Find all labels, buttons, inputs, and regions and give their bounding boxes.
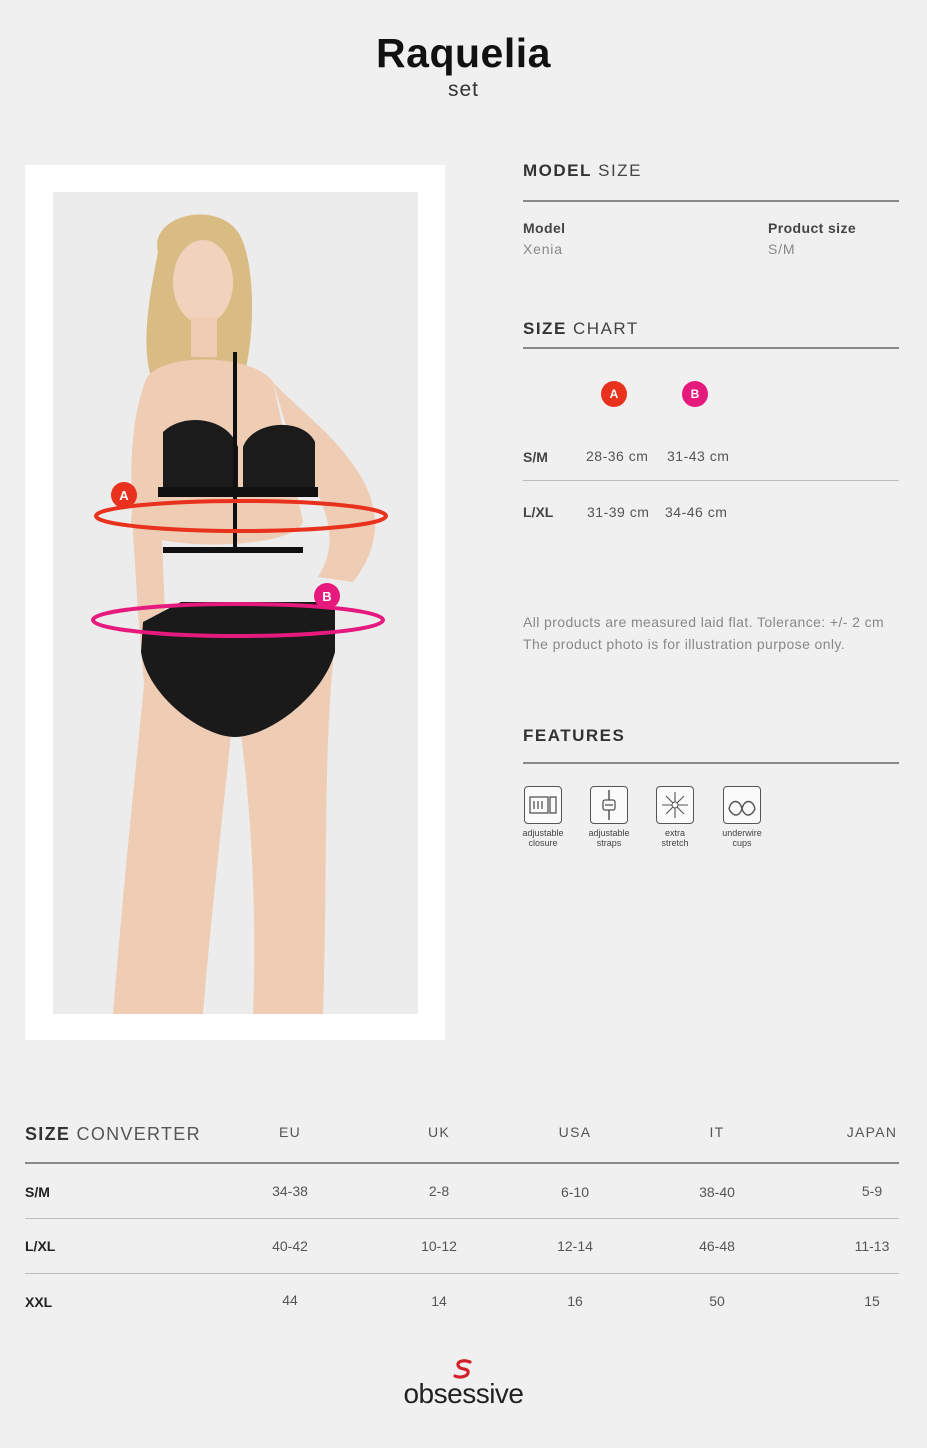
model-size-heading: MODEL SIZE: [523, 161, 642, 181]
badge-a: A: [601, 381, 627, 407]
model-size-heading-bold: MODEL: [523, 161, 592, 180]
converter-row-label: L/XL: [25, 1238, 56, 1254]
badge-b: B: [682, 381, 708, 407]
size-converter-heading: SIZE CONVERTER: [25, 1124, 201, 1145]
feature-caption: straps: [596, 838, 622, 848]
converter-row-label: S/M: [25, 1184, 50, 1200]
converter-cell: 38-40: [699, 1184, 735, 1200]
feature-caption: underwire: [722, 828, 762, 838]
features-heading-text: FEATURES: [523, 726, 626, 745]
model-photo: A B: [53, 192, 418, 1014]
converter-cell: 12-14: [557, 1238, 593, 1254]
converter-cell: 2-8: [428, 1183, 450, 1199]
size-chart-value-a: 28-36 cm: [586, 448, 649, 464]
feature-caption: cups: [732, 838, 752, 848]
converter-cell: 11-13: [854, 1238, 890, 1254]
product-title: Raquelia: [376, 30, 551, 76]
feature-caption: adjustable: [588, 828, 630, 838]
converter-col-it: IT: [709, 1124, 725, 1140]
size-chart-heading-light: CHART: [573, 319, 639, 338]
underwire-cups-icon: [723, 786, 761, 824]
converter-row-divider: [25, 1273, 899, 1274]
size-chart-row-label: S/M: [523, 449, 548, 465]
feature-caption: stretch: [661, 838, 689, 848]
converter-cell: 6-10: [560, 1184, 590, 1200]
brand-logo-text: obsessive: [403, 1378, 524, 1409]
converter-cell: 16: [567, 1293, 583, 1309]
model-size-heading-light: SIZE: [598, 161, 642, 180]
measurement-note: All products are measured laid flat. Tol…: [523, 614, 885, 630]
converter-row-divider: [25, 1218, 899, 1219]
size-chart-value-b: 31-43 cm: [667, 448, 730, 464]
converter-col-eu: EU: [278, 1124, 302, 1140]
illustration-note: The product photo is for illustration pu…: [523, 636, 846, 652]
size-chart-row-divider: [523, 480, 899, 481]
feature-underwire-cups: underwire cups: [712, 786, 772, 848]
converter-row-label: XXL: [25, 1294, 53, 1310]
feature-caption: extra: [664, 828, 685, 838]
converter-heading-bold: SIZE: [25, 1124, 71, 1144]
model-value: Xenia: [523, 241, 563, 257]
adjustable-straps-icon: [590, 786, 628, 824]
product-size-label: Product size: [768, 220, 857, 236]
converter-cell: 10-12: [421, 1238, 457, 1254]
converter-col-uk: UK: [427, 1124, 451, 1140]
model-illustration: A B: [91, 214, 388, 1014]
model-label: Model: [523, 220, 566, 236]
converter-cell: 34-38: [272, 1183, 308, 1199]
size-chart-row-label: L/XL: [523, 504, 554, 520]
features-heading: FEATURES: [523, 726, 625, 746]
converter-cell: 14: [431, 1293, 447, 1309]
converter-cell: 50: [709, 1293, 725, 1309]
marker-b-label: B: [322, 589, 331, 604]
feature-extra-stretch: extra stretch: [645, 786, 705, 848]
extra-stretch-icon: [656, 786, 694, 824]
marker-a-label: A: [119, 488, 129, 503]
converter-col-japan: JAPAN: [846, 1124, 898, 1140]
converter-header-divider: [25, 1162, 899, 1164]
size-chart-heading: SIZE CHART: [523, 319, 639, 339]
features-divider: [523, 762, 899, 764]
converter-cell: 40-42: [272, 1238, 308, 1254]
model-size-divider: [523, 200, 899, 202]
adjustable-closure-icon: [524, 786, 562, 824]
size-chart-heading-bold: SIZE: [523, 319, 567, 338]
converter-cell: 15: [864, 1293, 880, 1309]
size-chart-value-a: 31-39 cm: [587, 504, 650, 520]
feature-adjustable-straps: adjustable straps: [579, 786, 639, 848]
feature-caption: closure: [528, 838, 558, 848]
size-chart-value-b: 34-46 cm: [665, 504, 728, 520]
feature-adjustable-closure: adjustable closure: [513, 786, 573, 848]
converter-col-usa: USA: [558, 1124, 592, 1140]
converter-cell: 44: [282, 1292, 298, 1308]
size-chart-divider: [523, 347, 899, 349]
converter-heading-light: CONVERTER: [76, 1124, 201, 1144]
converter-cell: 46-48: [699, 1238, 735, 1254]
converter-cell: 5-9: [861, 1183, 883, 1199]
product-size-value: S/M: [768, 241, 796, 257]
product-subtitle: set: [447, 78, 479, 101]
feature-caption: adjustable: [522, 828, 564, 838]
